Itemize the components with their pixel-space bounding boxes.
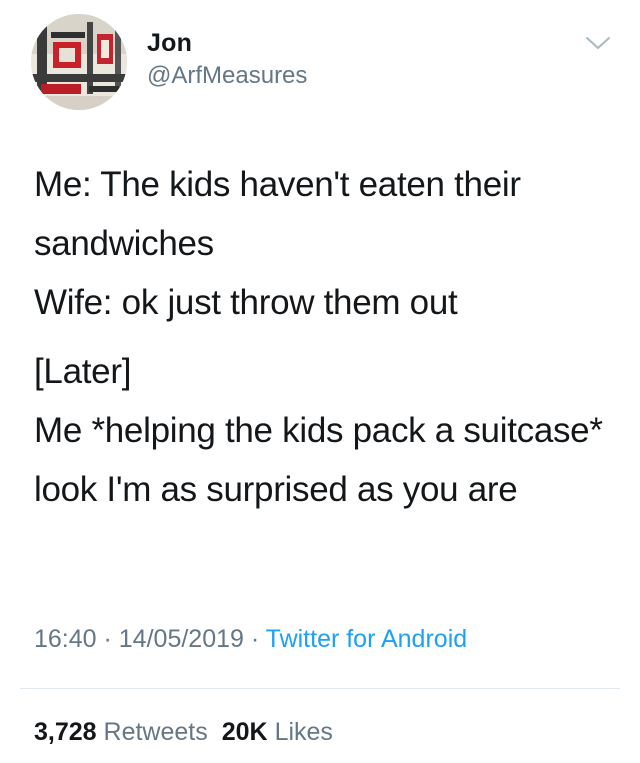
retweets-stat[interactable]: 3,728 Retweets bbox=[34, 718, 208, 746]
meta-separator: · bbox=[96, 625, 119, 653]
tweet-meta: 16:40 · 14/05/2019 · Twitter for Android bbox=[34, 623, 467, 655]
avatar-photo-icon bbox=[31, 14, 127, 110]
tweet-text: Me: The kids haven't eaten their sandwic… bbox=[34, 155, 614, 519]
tweet-line: Me *helping the kids pack a suitcase* lo… bbox=[34, 411, 603, 509]
tweet-card: Jon @ArfMeasures Me: The kids haven't ea… bbox=[0, 0, 640, 763]
tweet-line: [Later] bbox=[34, 352, 132, 391]
retweets-label: Retweets bbox=[103, 718, 208, 746]
display-name[interactable]: Jon bbox=[147, 28, 192, 58]
tweet-source-link[interactable]: Twitter for Android bbox=[266, 625, 467, 653]
tweet-time[interactable]: 16:40 bbox=[34, 625, 97, 653]
likes-stat[interactable]: 20K Likes bbox=[222, 718, 333, 746]
likes-count: 20K bbox=[221, 718, 268, 746]
tweet-stats: 3,728 Retweets 20K Likes bbox=[34, 716, 333, 748]
user-handle[interactable]: @ArfMeasures bbox=[147, 62, 307, 90]
divider bbox=[20, 688, 620, 689]
meta-separator: · bbox=[243, 625, 266, 653]
tweet-date[interactable]: 14/05/2019 bbox=[119, 625, 244, 653]
avatar[interactable] bbox=[31, 14, 127, 110]
retweets-count: 3,728 bbox=[34, 718, 97, 746]
chevron-down-icon bbox=[586, 37, 610, 49]
likes-label: Likes bbox=[274, 718, 333, 746]
more-options-button[interactable] bbox=[583, 30, 613, 56]
tweet-line: Me: The kids haven't eaten their sandwic… bbox=[34, 165, 521, 263]
tweet-line: Wife: ok just throw them out bbox=[34, 283, 458, 322]
